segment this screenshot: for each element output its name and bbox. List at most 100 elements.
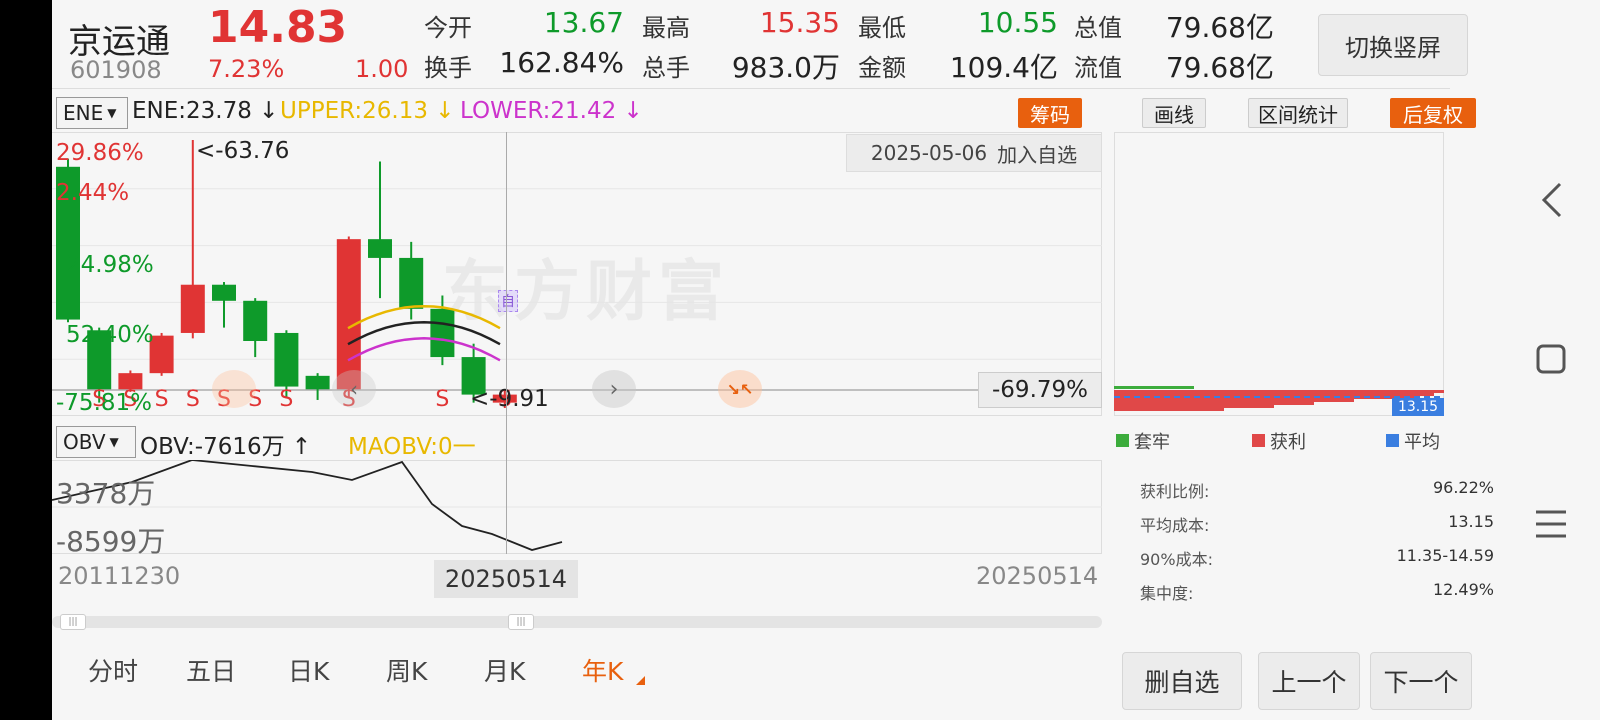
active-tab-corner [636,676,645,685]
tab-5[interactable]: 年K [582,652,623,688]
sell-signal-label: S [435,387,449,412]
tab-0[interactable]: 分时 [88,652,138,688]
crosshair-vertical [506,132,507,554]
stat-label: 集中度: [1140,584,1194,603]
field-label: 换手 [424,54,472,82]
lower-band-line [347,337,501,362]
field-value: 79.68亿 [1165,51,1274,84]
candle-body [368,239,392,258]
app-screen: 京运通 14.83 601908 7.23% 1.00 今开 13.67 最高 15.… [52,0,1600,720]
home-icon[interactable] [1534,342,1568,376]
stat-label: 平均成本: [1140,516,1210,535]
shrink-icon[interactable]: ↘↖ [718,370,762,408]
obv-line [52,460,1102,551]
ene-selector[interactable]: ENE ▼ [56,97,128,129]
crosshair-value: -69.79% [978,372,1102,408]
field-value: 109.4亿 [949,51,1058,84]
chip-bar [1114,386,1194,389]
range-stats-button[interactable]: 区间统计 [1248,98,1348,128]
change-percent: 7.23% [208,55,285,83]
next-stock-button[interactable]: 下一个 [1370,652,1472,710]
sell-signal-label: S [155,387,169,412]
maobv-value: MAOBV:0一 [348,434,476,460]
prev-stock-button[interactable]: 上一个 [1258,652,1360,710]
chevron-right-icon[interactable]: › [592,370,636,408]
avg-cost-tag: 13.15 [1392,398,1444,416]
field-label: 总值 [1074,14,1122,42]
header-divider [52,88,1450,89]
stock-code: 601908 [70,56,162,84]
chips-button[interactable]: 筹码 [1018,98,1082,128]
legend-label: 获利 [1270,432,1306,453]
ene-value: ENE:23.78 ↓ [132,98,279,124]
field-value: 162.84% [499,46,624,79]
range-scrollbar[interactable] [52,616,1102,628]
change-amount: 1.00 [355,55,409,83]
candle-body [430,308,455,358]
y-label-2: 2.44% [56,180,130,206]
axis-start-date: 20111230 [58,562,181,590]
legend-swatch [1116,434,1129,447]
candle-body [336,239,361,390]
ene-line [347,320,501,346]
y-label-3: 24.98% [66,252,154,278]
candle-body [274,332,299,387]
chip-bar [1114,393,1434,396]
scrollbar-right-handle[interactable]: ||| [508,614,534,630]
tab-1[interactable]: 五日 [186,652,236,688]
system-nav-bar [1502,0,1600,720]
obv-selector-label: OBV [63,430,106,454]
min-marker: <-9.91 [470,386,549,412]
field-value: 10.55 [977,6,1058,39]
legend-label: 套牢 [1134,432,1170,453]
y-label-5: -75.81% [56,390,152,416]
candle-body [212,284,236,301]
tooltip-add-watch[interactable]: 加入自选 [997,139,1077,168]
tab-2[interactable]: 日K [288,652,329,688]
candlestick-chart[interactable]: SSSSSSSSSS [52,132,1102,416]
obv-y-top: 3378万 [56,477,156,510]
chip-bar [1114,402,1314,405]
sell-signal-label: S [279,387,293,412]
stat-value: 96.22% [1432,478,1494,497]
upper-value: UPPER:26.13 ↓ [280,98,455,124]
axis-cursor-date: 20250514 [434,560,578,598]
adjust-mode-button[interactable]: 后复权 [1390,98,1476,128]
legend-swatch [1252,434,1265,447]
candle-body [305,375,330,390]
back-icon[interactable] [1536,180,1568,220]
ene-selector-label: ENE [63,101,104,125]
obv-value: OBV:-7616万 ↑ [140,434,312,460]
obv-y-bottom: -8599万 [56,525,166,558]
switch-portrait-button[interactable]: 切换竖屏 [1318,14,1468,76]
remove-watch-button[interactable]: 删自选 [1122,652,1242,710]
chip-bar [1114,405,1274,408]
axis-end-date: 20250514 [976,562,1099,590]
chevron-left-icon[interactable]: ‹ [332,370,376,408]
stat-label: 90%成本: [1140,550,1213,569]
candle-body [399,257,424,309]
scrollbar-left-handle[interactable]: ||| [60,614,86,630]
chip-distribution-panel [1114,132,1444,416]
chip-bar [1114,399,1354,402]
last-price: 14.83 [208,2,348,53]
recents-icon[interactable] [1534,508,1568,540]
field-value: 15.35 [759,6,840,39]
field-value: 79.68亿 [1165,11,1274,44]
chip-bar [1114,390,1444,393]
field-label: 总手 [642,54,690,82]
tooltip-date: 2025-05-06 [870,141,988,165]
legend-label: 平均 [1404,432,1440,453]
field-label: 最高 [642,14,690,42]
obv-selector[interactable]: OBV ▼ [56,426,136,458]
stat-label: 获利比例: [1140,482,1210,501]
candle-body [180,284,205,333]
upper-band-line [347,304,501,330]
sell-signal-label: S [186,387,200,412]
field-value: 983.0万 [731,51,840,84]
tab-3[interactable]: 周K [386,652,427,688]
draw-line-button[interactable]: 画线 [1142,98,1206,128]
expand-icon[interactable] [212,370,256,408]
date-tooltip: 2025-05-06 加入自选 [846,134,1102,172]
tab-4[interactable]: 月K [484,652,525,688]
